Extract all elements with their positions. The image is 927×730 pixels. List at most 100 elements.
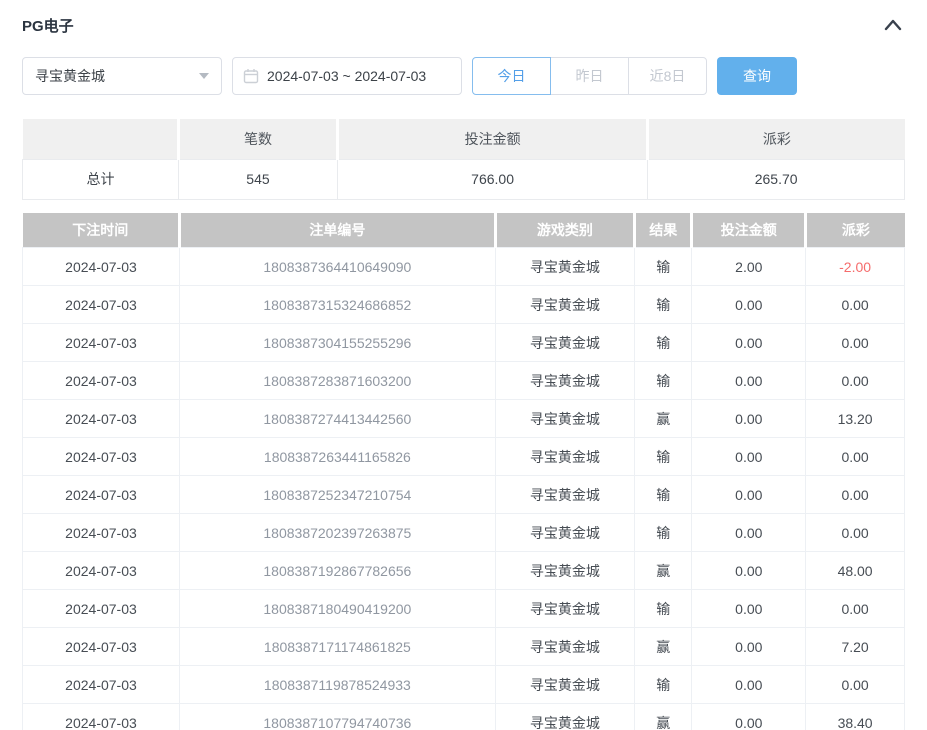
payout-cell: 38.40 xyxy=(806,704,905,730)
bet-id-cell: 1808387202397263875 xyxy=(179,514,495,552)
bet-id-cell: 1808387315324686852 xyxy=(179,286,495,324)
col-bet-time: 下注时间 xyxy=(23,213,180,248)
bet-id-cell: 1808387180490419200 xyxy=(179,590,495,628)
bet-id-cell: 1808387283871603200 xyxy=(179,362,495,400)
game-name-cell: 寻宝黄金城 xyxy=(495,514,634,552)
bet-date-cell: 2024-07-03 xyxy=(23,628,180,666)
result-cell: 输 xyxy=(635,324,692,362)
bet-date-cell: 2024-07-03 xyxy=(23,666,180,704)
table-row: 2024-07-031808387119878524933寻宝黄金城输0.000… xyxy=(23,666,905,704)
payout-cell: 7.20 xyxy=(806,628,905,666)
summary-header-row: 笔数 投注金额 派彩 xyxy=(23,119,905,159)
bet-id-cell: 1808387252347210754 xyxy=(179,476,495,514)
result-cell: 输 xyxy=(635,362,692,400)
payout-cell: 0.00 xyxy=(806,324,905,362)
result-cell: 输 xyxy=(635,438,692,476)
payout-cell: 48.00 xyxy=(806,552,905,590)
table-row: 2024-07-031808387304155255296寻宝黄金城输0.000… xyxy=(23,324,905,362)
game-name-cell: 寻宝黄金城 xyxy=(495,324,634,362)
bet-id-cell: 1808387171174861825 xyxy=(179,628,495,666)
payout-cell: 0.00 xyxy=(806,476,905,514)
bet-date-cell: 2024-07-03 xyxy=(23,476,180,514)
bet-amount-cell: 0.00 xyxy=(692,362,806,400)
chevron-down-icon xyxy=(199,73,209,79)
summary-table: 笔数 投注金额 派彩 总计 545 766.00 265.70 xyxy=(22,119,905,200)
query-button[interactable]: 查询 xyxy=(717,57,797,95)
bet-id-cell: 1808387364410649090 xyxy=(179,248,495,286)
result-cell: 赢 xyxy=(635,400,692,438)
collapse-button[interactable] xyxy=(881,13,905,37)
game-name-cell: 寻宝黄金城 xyxy=(495,666,634,704)
col-result: 结果 xyxy=(635,213,692,248)
summary-col-bet-amount: 投注金额 xyxy=(337,119,647,159)
bet-date-cell: 2024-07-03 xyxy=(23,590,180,628)
result-cell: 输 xyxy=(635,590,692,628)
summary-total-label: 总计 xyxy=(23,159,179,199)
panel-header: PG电子 xyxy=(22,0,905,37)
bet-amount-cell: 0.00 xyxy=(692,514,806,552)
payout-cell: 0.00 xyxy=(806,590,905,628)
game-name-cell: 寻宝黄金城 xyxy=(495,704,634,730)
yesterday-button[interactable]: 昨日 xyxy=(550,57,629,95)
table-row: 2024-07-031808387171174861825寻宝黄金城赢0.007… xyxy=(23,628,905,666)
today-button[interactable]: 今日 xyxy=(472,57,551,95)
bet-date-cell: 2024-07-03 xyxy=(23,704,180,730)
last-8-days-button[interactable]: 近8日 xyxy=(628,57,707,95)
table-row: 2024-07-031808387315324686852寻宝黄金城输0.000… xyxy=(23,286,905,324)
game-name-cell: 寻宝黄金城 xyxy=(495,248,634,286)
date-range-input[interactable]: 2024-07-03 ~ 2024-07-03 xyxy=(232,57,462,95)
game-select[interactable]: 寻宝黄金城 xyxy=(22,57,222,95)
bet-amount-cell: 0.00 xyxy=(692,704,806,730)
chevron-up-icon xyxy=(884,19,902,31)
game-name-cell: 寻宝黄金城 xyxy=(495,590,634,628)
quick-range-group: 今日 昨日 近8日 xyxy=(472,57,707,95)
summary-col-empty xyxy=(23,119,179,159)
bet-amount-cell: 0.00 xyxy=(692,476,806,514)
col-payout: 派彩 xyxy=(806,213,905,248)
bet-amount-cell: 0.00 xyxy=(692,628,806,666)
table-row: 2024-07-031808387252347210754寻宝黄金城输0.000… xyxy=(23,476,905,514)
summary-bet-amount-value: 766.00 xyxy=(337,159,647,199)
bet-amount-cell: 0.00 xyxy=(692,438,806,476)
table-row: 2024-07-031808387192867782656寻宝黄金城赢0.004… xyxy=(23,552,905,590)
bet-id-cell: 1808387192867782656 xyxy=(179,552,495,590)
game-name-cell: 寻宝黄金城 xyxy=(495,476,634,514)
result-cell: 赢 xyxy=(635,704,692,730)
bet-id-cell: 1808387304155255296 xyxy=(179,324,495,362)
summary-col-count: 笔数 xyxy=(179,119,338,159)
records-header-row: 下注时间 注单编号 游戏类别 结果 投注金额 派彩 xyxy=(23,213,905,248)
bet-id-cell: 1808387119878524933 xyxy=(179,666,495,704)
bet-date-cell: 2024-07-03 xyxy=(23,362,180,400)
payout-cell: 0.00 xyxy=(806,362,905,400)
payout-cell: 0.00 xyxy=(806,438,905,476)
payout-cell: 0.00 xyxy=(806,514,905,552)
bet-date-cell: 2024-07-03 xyxy=(23,438,180,476)
result-cell: 赢 xyxy=(635,628,692,666)
result-cell: 输 xyxy=(635,476,692,514)
game-select-value: 寻宝黄金城 xyxy=(35,66,105,86)
calendar-icon xyxy=(243,68,259,84)
summary-total-row: 总计 545 766.00 265.70 xyxy=(23,159,905,199)
bet-amount-cell: 0.00 xyxy=(692,400,806,438)
summary-col-payout: 派彩 xyxy=(648,119,905,159)
col-bet-amount: 投注金额 xyxy=(692,213,806,248)
col-bet-id: 注单编号 xyxy=(179,213,495,248)
payout-cell: -2.00 xyxy=(806,248,905,286)
bet-amount-cell: 0.00 xyxy=(692,590,806,628)
bet-date-cell: 2024-07-03 xyxy=(23,248,180,286)
bet-amount-cell: 2.00 xyxy=(692,248,806,286)
payout-cell: 0.00 xyxy=(806,666,905,704)
bet-date-cell: 2024-07-03 xyxy=(23,286,180,324)
payout-cell: 13.20 xyxy=(806,400,905,438)
bet-amount-cell: 0.00 xyxy=(692,286,806,324)
bet-amount-cell: 0.00 xyxy=(692,666,806,704)
table-row: 2024-07-031808387364410649090寻宝黄金城输2.00-… xyxy=(23,248,905,286)
table-row: 2024-07-031808387274413442560寻宝黄金城赢0.001… xyxy=(23,400,905,438)
records-table-body: 2024-07-031808387364410649090寻宝黄金城输2.00-… xyxy=(23,248,905,730)
game-name-cell: 寻宝黄金城 xyxy=(495,552,634,590)
filter-bar: 寻宝黄金城 2024-07-03 ~ 2024-07-03 今日 昨日 近8日 … xyxy=(22,57,905,95)
table-row: 2024-07-031808387283871603200寻宝黄金城输0.000… xyxy=(23,362,905,400)
date-range-value: 2024-07-03 ~ 2024-07-03 xyxy=(267,68,426,84)
bet-id-cell: 1808387274413442560 xyxy=(179,400,495,438)
table-row: 2024-07-031808387263441165826寻宝黄金城输0.000… xyxy=(23,438,905,476)
